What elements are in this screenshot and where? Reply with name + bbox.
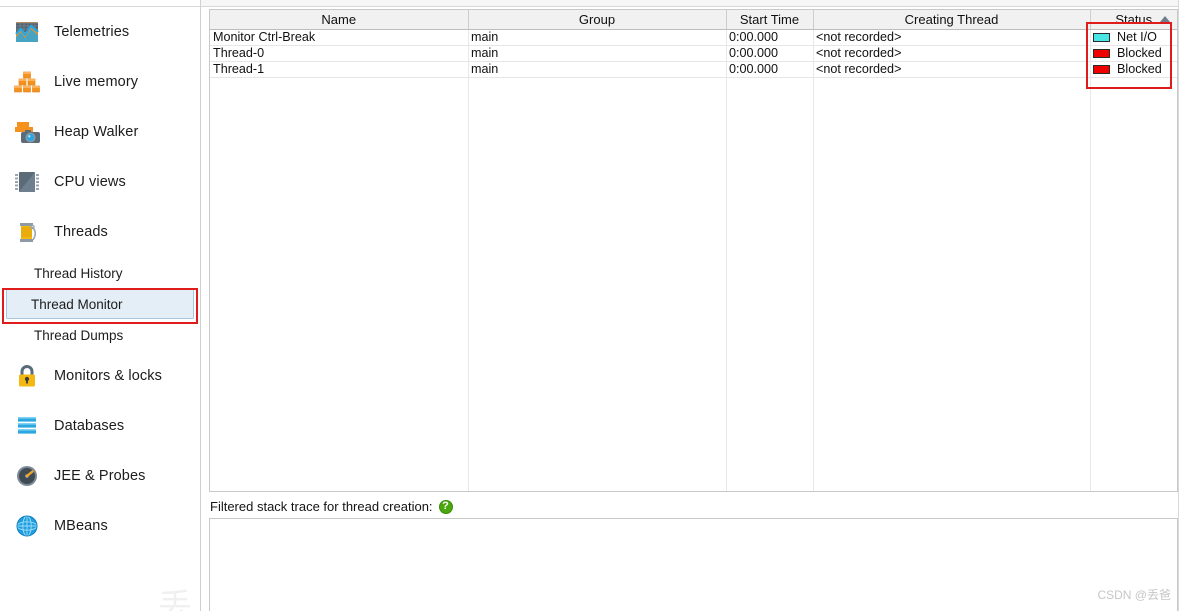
cell-start-time: 0:00.000 bbox=[726, 61, 813, 79]
stack-trace-label-row: Filtered stack trace for thread creation… bbox=[210, 499, 453, 514]
cell-name: Thread-0 bbox=[210, 45, 468, 62]
column-header-status[interactable]: Status bbox=[1090, 10, 1177, 30]
sidebar-item-label: Threads bbox=[54, 224, 108, 240]
status-color-swatch bbox=[1093, 48, 1110, 58]
sidebar-item-telemetries[interactable]: Telemetries bbox=[0, 7, 200, 57]
cell-status: Blocked bbox=[1090, 61, 1177, 79]
window-right-edge bbox=[1178, 0, 1183, 611]
table-row[interactable]: Thread-0 main 0:00.000 <not recorded> Bl… bbox=[210, 45, 1177, 62]
sidebar-item-label: Live memory bbox=[54, 74, 139, 90]
cell-group: main bbox=[468, 61, 726, 79]
cell-creating-thread: <not recorded> bbox=[813, 45, 1090, 62]
cell-name: Thread-1 bbox=[210, 61, 468, 79]
sidebar-item-thread-history[interactable]: Thread History bbox=[4, 257, 196, 289]
watermark: CSDN @丢爸 bbox=[1097, 588, 1171, 602]
table-body: Monitor Ctrl-Break main 0:00.000 <not re… bbox=[210, 29, 1177, 79]
threads-icon bbox=[10, 215, 44, 249]
sidebar-item-cpu-views[interactable]: CPU views bbox=[0, 157, 200, 207]
column-header-group[interactable]: Group bbox=[468, 10, 727, 30]
jprofiler-window: Telemetries Live memory Heap Walker CPU … bbox=[0, 0, 1183, 611]
column-header-start-time[interactable]: Start Time bbox=[726, 10, 814, 30]
jee-probes-icon bbox=[10, 459, 44, 493]
sidebar-item-label: Telemetries bbox=[54, 24, 130, 40]
telemetries-icon bbox=[10, 15, 44, 49]
live-memory-icon bbox=[10, 65, 44, 99]
sidebar-item-mbeans[interactable]: MBeans bbox=[0, 501, 200, 551]
sidebar-item-databases[interactable]: Databases bbox=[0, 401, 200, 451]
heap-walker-icon bbox=[10, 115, 44, 149]
cpu-views-icon bbox=[10, 165, 44, 199]
sidebar-watermark: 丢 bbox=[158, 589, 192, 611]
column-divider-name-group bbox=[468, 30, 469, 491]
sidebar-item-label: Heap Walker bbox=[54, 124, 139, 140]
mbeans-icon bbox=[10, 509, 44, 543]
column-header-creating-thread[interactable]: Creating Thread bbox=[813, 10, 1091, 30]
sidebar-item-label: Monitors & locks bbox=[54, 368, 162, 384]
status-label: Blocked bbox=[1117, 62, 1162, 77]
sidebar-item-label: CPU views bbox=[54, 174, 126, 190]
sort-ascending-icon bbox=[1160, 16, 1170, 23]
sidebar-item-label: JEE & Probes bbox=[54, 468, 146, 484]
sidebar-item-monitors-locks[interactable]: Monitors & locks bbox=[0, 351, 200, 401]
cell-group: main bbox=[468, 45, 726, 62]
sidebar-item-live-memory[interactable]: Live memory bbox=[0, 57, 200, 107]
sidebar-item-label: Databases bbox=[54, 418, 125, 434]
top-strip-sidebar-segment bbox=[0, 0, 201, 6]
status-label: Net I/O bbox=[1117, 30, 1157, 45]
column-header-status-label: Status bbox=[1115, 11, 1153, 27]
stack-trace-panel[interactable] bbox=[209, 518, 1178, 611]
status-color-swatch bbox=[1093, 64, 1110, 74]
sidebar-item-threads[interactable]: Threads bbox=[0, 207, 200, 257]
cell-start-time: 0:00.000 bbox=[726, 29, 813, 46]
cell-name: Monitor Ctrl-Break bbox=[210, 29, 468, 46]
sidebar-item-label: Thread Dumps bbox=[34, 327, 124, 343]
cell-status: Net I/O bbox=[1090, 29, 1177, 46]
table-row[interactable]: Monitor Ctrl-Break main 0:00.000 <not re… bbox=[210, 29, 1177, 46]
sidebar-item-label: Thread Monitor bbox=[31, 296, 123, 312]
top-strip bbox=[0, 0, 1183, 7]
sidebar: Telemetries Live memory Heap Walker CPU … bbox=[0, 7, 201, 611]
sidebar-item-heap-walker[interactable]: Heap Walker bbox=[0, 107, 200, 157]
column-divider-start-thread bbox=[813, 30, 814, 491]
main-content: Name Group Start Time Creating Thread St… bbox=[202, 7, 1183, 611]
sidebar-item-jee-probes[interactable]: JEE & Probes bbox=[0, 451, 200, 501]
cell-creating-thread: <not recorded> bbox=[813, 61, 1090, 79]
status-color-swatch bbox=[1093, 32, 1110, 42]
thread-monitor-table-panel: Name Group Start Time Creating Thread St… bbox=[209, 9, 1178, 492]
column-divider-thread-status bbox=[1090, 30, 1091, 491]
help-icon[interactable]: ? bbox=[438, 499, 453, 514]
table-header: Name Group Start Time Creating Thread St… bbox=[210, 10, 1177, 30]
cell-creating-thread: <not recorded> bbox=[813, 29, 1090, 46]
column-header-name[interactable]: Name bbox=[210, 10, 469, 30]
monitors-locks-icon bbox=[10, 359, 44, 393]
cell-start-time: 0:00.000 bbox=[726, 45, 813, 62]
column-divider-group-start bbox=[726, 30, 727, 491]
cell-group: main bbox=[468, 29, 726, 46]
sidebar-item-label: Thread History bbox=[34, 265, 123, 281]
table-row[interactable]: Thread-1 main 0:00.000 <not recorded> Bl… bbox=[210, 61, 1177, 79]
table-header-row: Name Group Start Time Creating Thread St… bbox=[210, 10, 1177, 30]
stack-trace-label: Filtered stack trace for thread creation… bbox=[210, 499, 433, 514]
cell-status: Blocked bbox=[1090, 45, 1177, 62]
databases-icon bbox=[10, 409, 44, 443]
sidebar-item-thread-dumps[interactable]: Thread Dumps bbox=[4, 319, 196, 351]
sidebar-item-label: MBeans bbox=[54, 518, 108, 534]
thread-table: Name Group Start Time Creating Thread St… bbox=[210, 10, 1177, 79]
sidebar-item-thread-monitor[interactable]: Thread Monitor bbox=[6, 289, 194, 319]
status-label: Blocked bbox=[1117, 46, 1162, 61]
